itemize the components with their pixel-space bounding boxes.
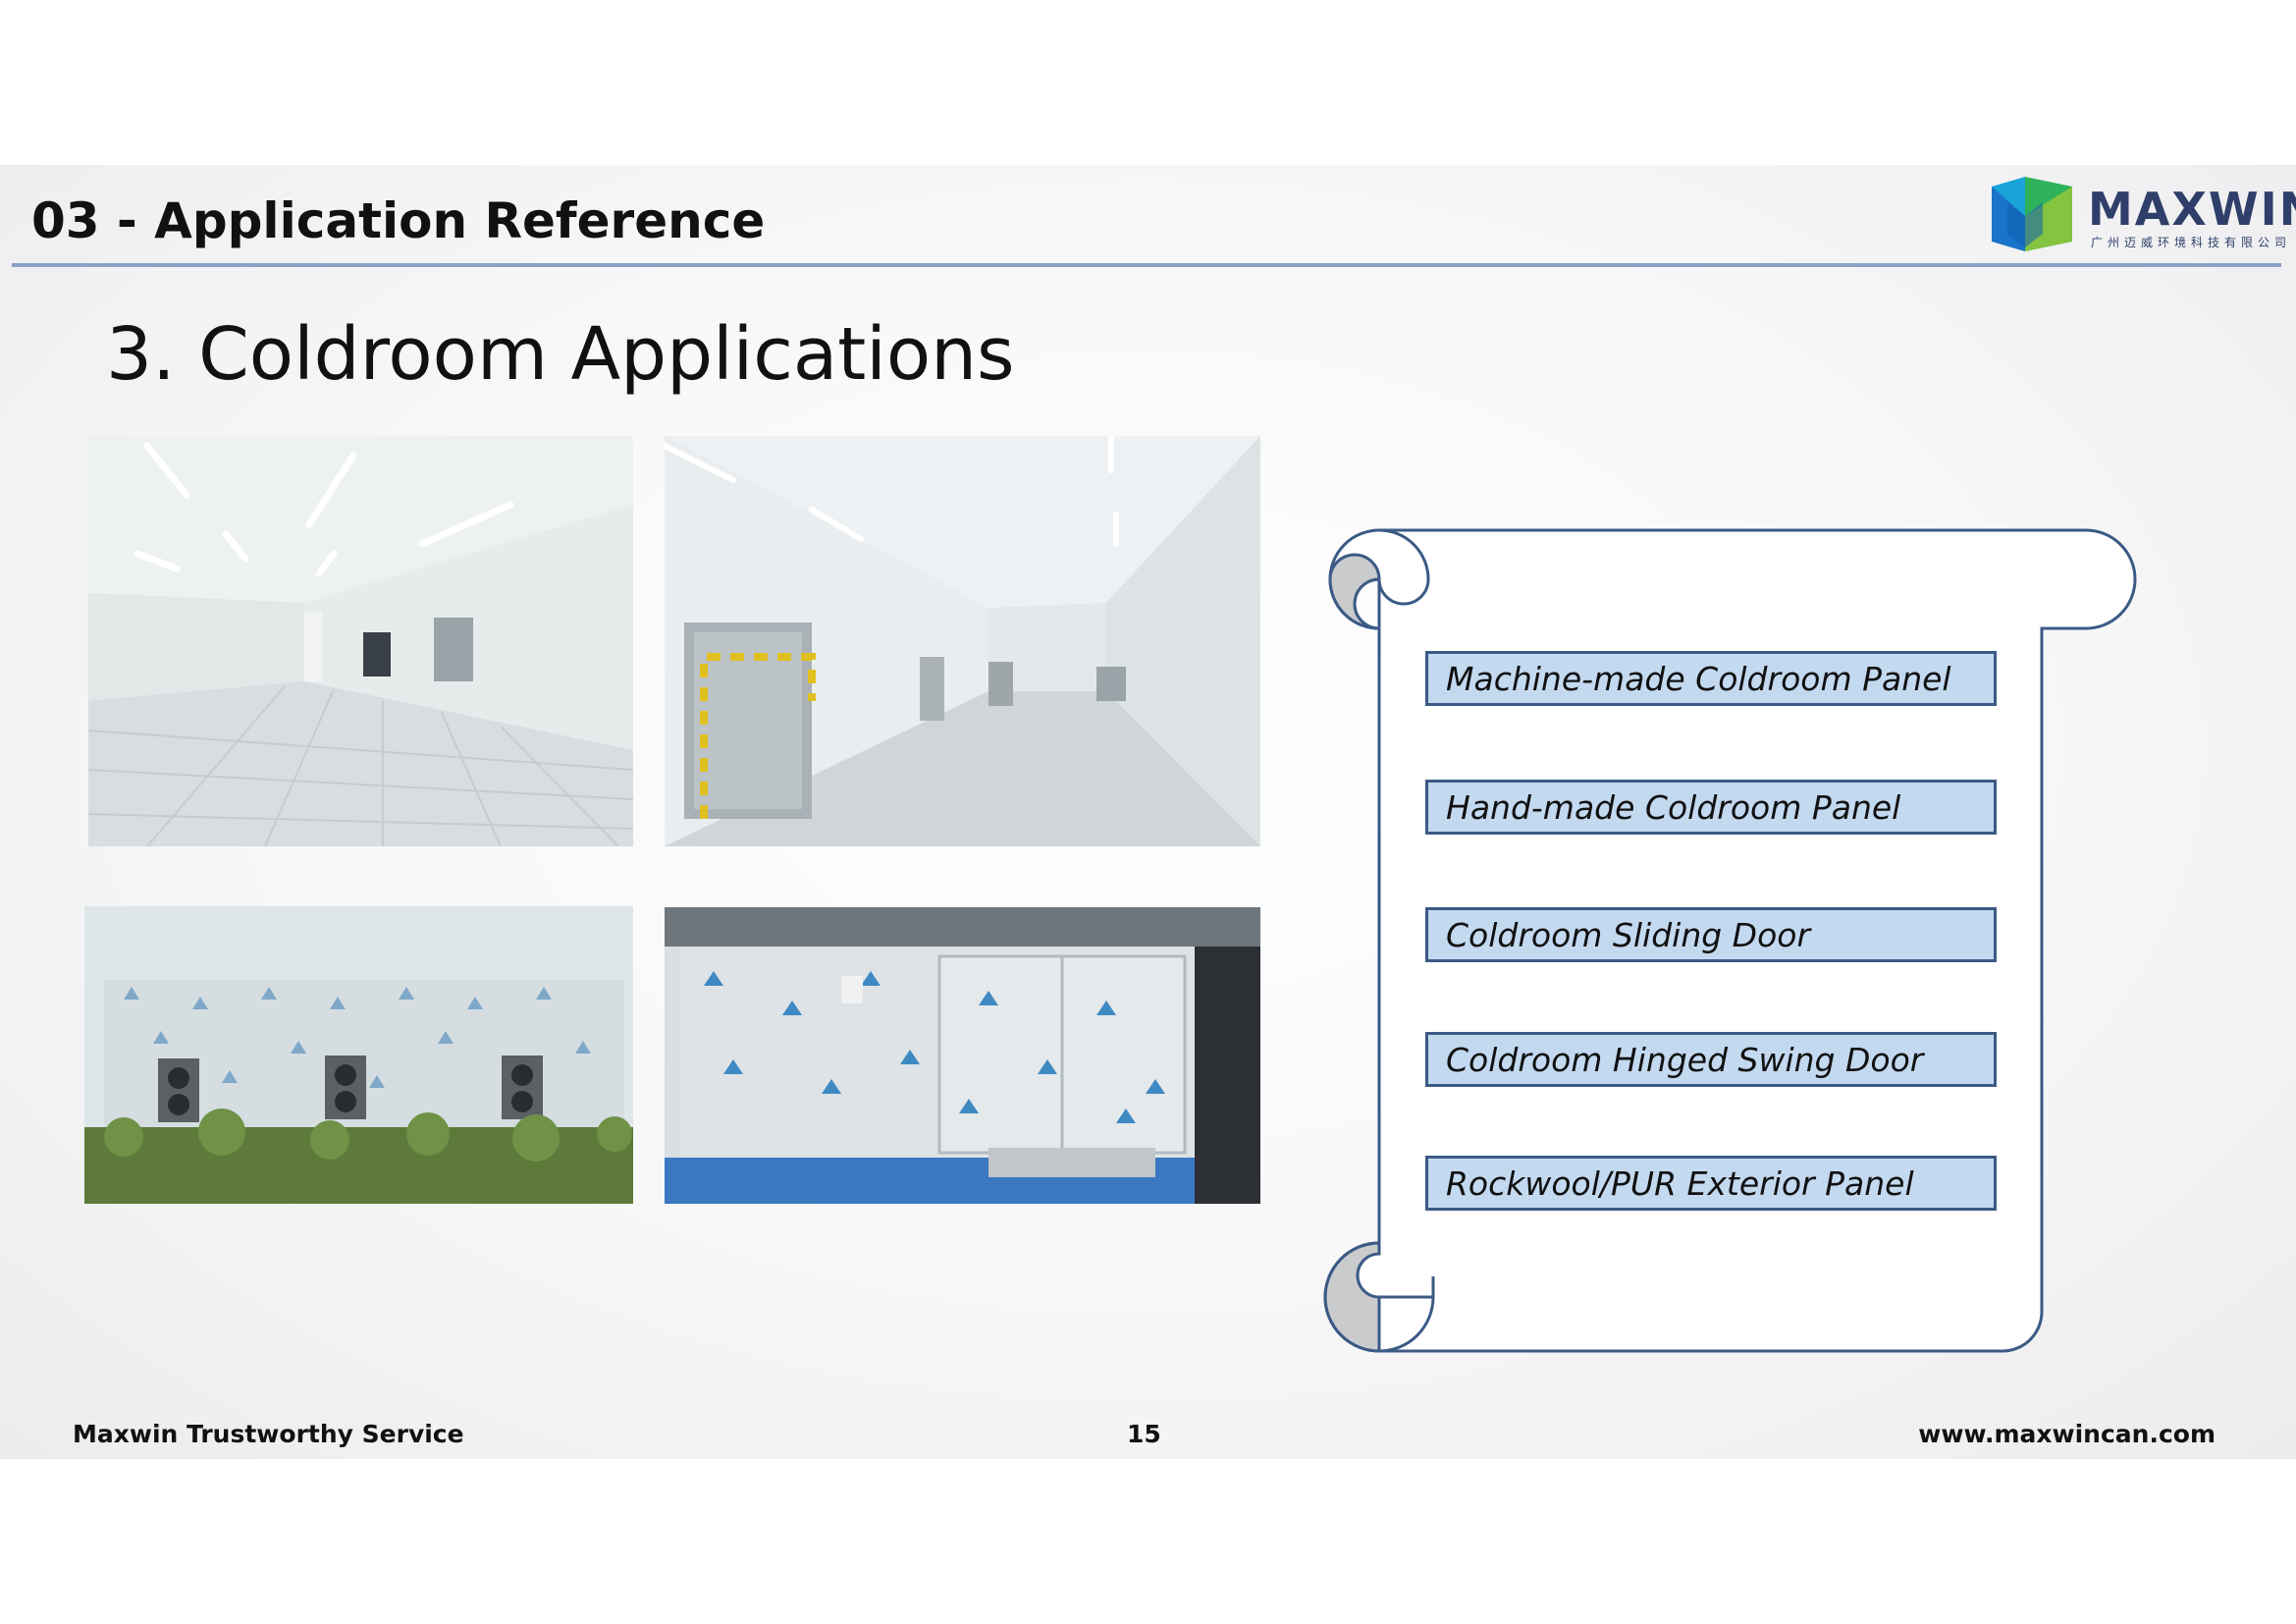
product-item-hinged-swing-door: Coldroom Hinged Swing Door bbox=[1425, 1032, 1997, 1087]
photo-coldroom-exterior-units bbox=[84, 906, 633, 1204]
header-divider bbox=[12, 263, 2281, 267]
page-title: 3. Coldroom Applications bbox=[106, 312, 1015, 397]
maxwin-logo: MAXWIN 广州迈威环境科技有限公司 bbox=[1988, 173, 2296, 263]
product-item-exterior-panel: Rockwool/PUR Exterior Panel bbox=[1425, 1156, 1997, 1211]
photo-coldroom-corridor bbox=[665, 436, 1260, 846]
footer-website: www.maxwincan.com bbox=[1918, 1420, 2216, 1448]
product-item-sliding-door: Coldroom Sliding Door bbox=[1425, 907, 1997, 962]
page-number: 15 bbox=[1127, 1420, 1161, 1448]
product-item-hand-made-panel: Hand-made Coldroom Panel bbox=[1425, 780, 1997, 835]
logo-company-name: 广州迈威环境科技有限公司 bbox=[2091, 236, 2292, 249]
footer-tagline: Maxwin Trustworthy Service bbox=[73, 1420, 464, 1448]
maxwin-logo-mark-icon bbox=[1992, 177, 2072, 251]
photo-coldroom-interior-doors bbox=[88, 436, 633, 846]
logo-wordmark: MAXWIN bbox=[2088, 183, 2296, 236]
product-item-machine-made-panel: Machine-made Coldroom Panel bbox=[1425, 651, 1997, 706]
photo-coldroom-panel-doors bbox=[665, 907, 1260, 1204]
section-title: 03 - Application Reference bbox=[31, 192, 766, 249]
slide: 03 - Application Reference MAXWIN 广州迈威环境… bbox=[0, 165, 2296, 1459]
